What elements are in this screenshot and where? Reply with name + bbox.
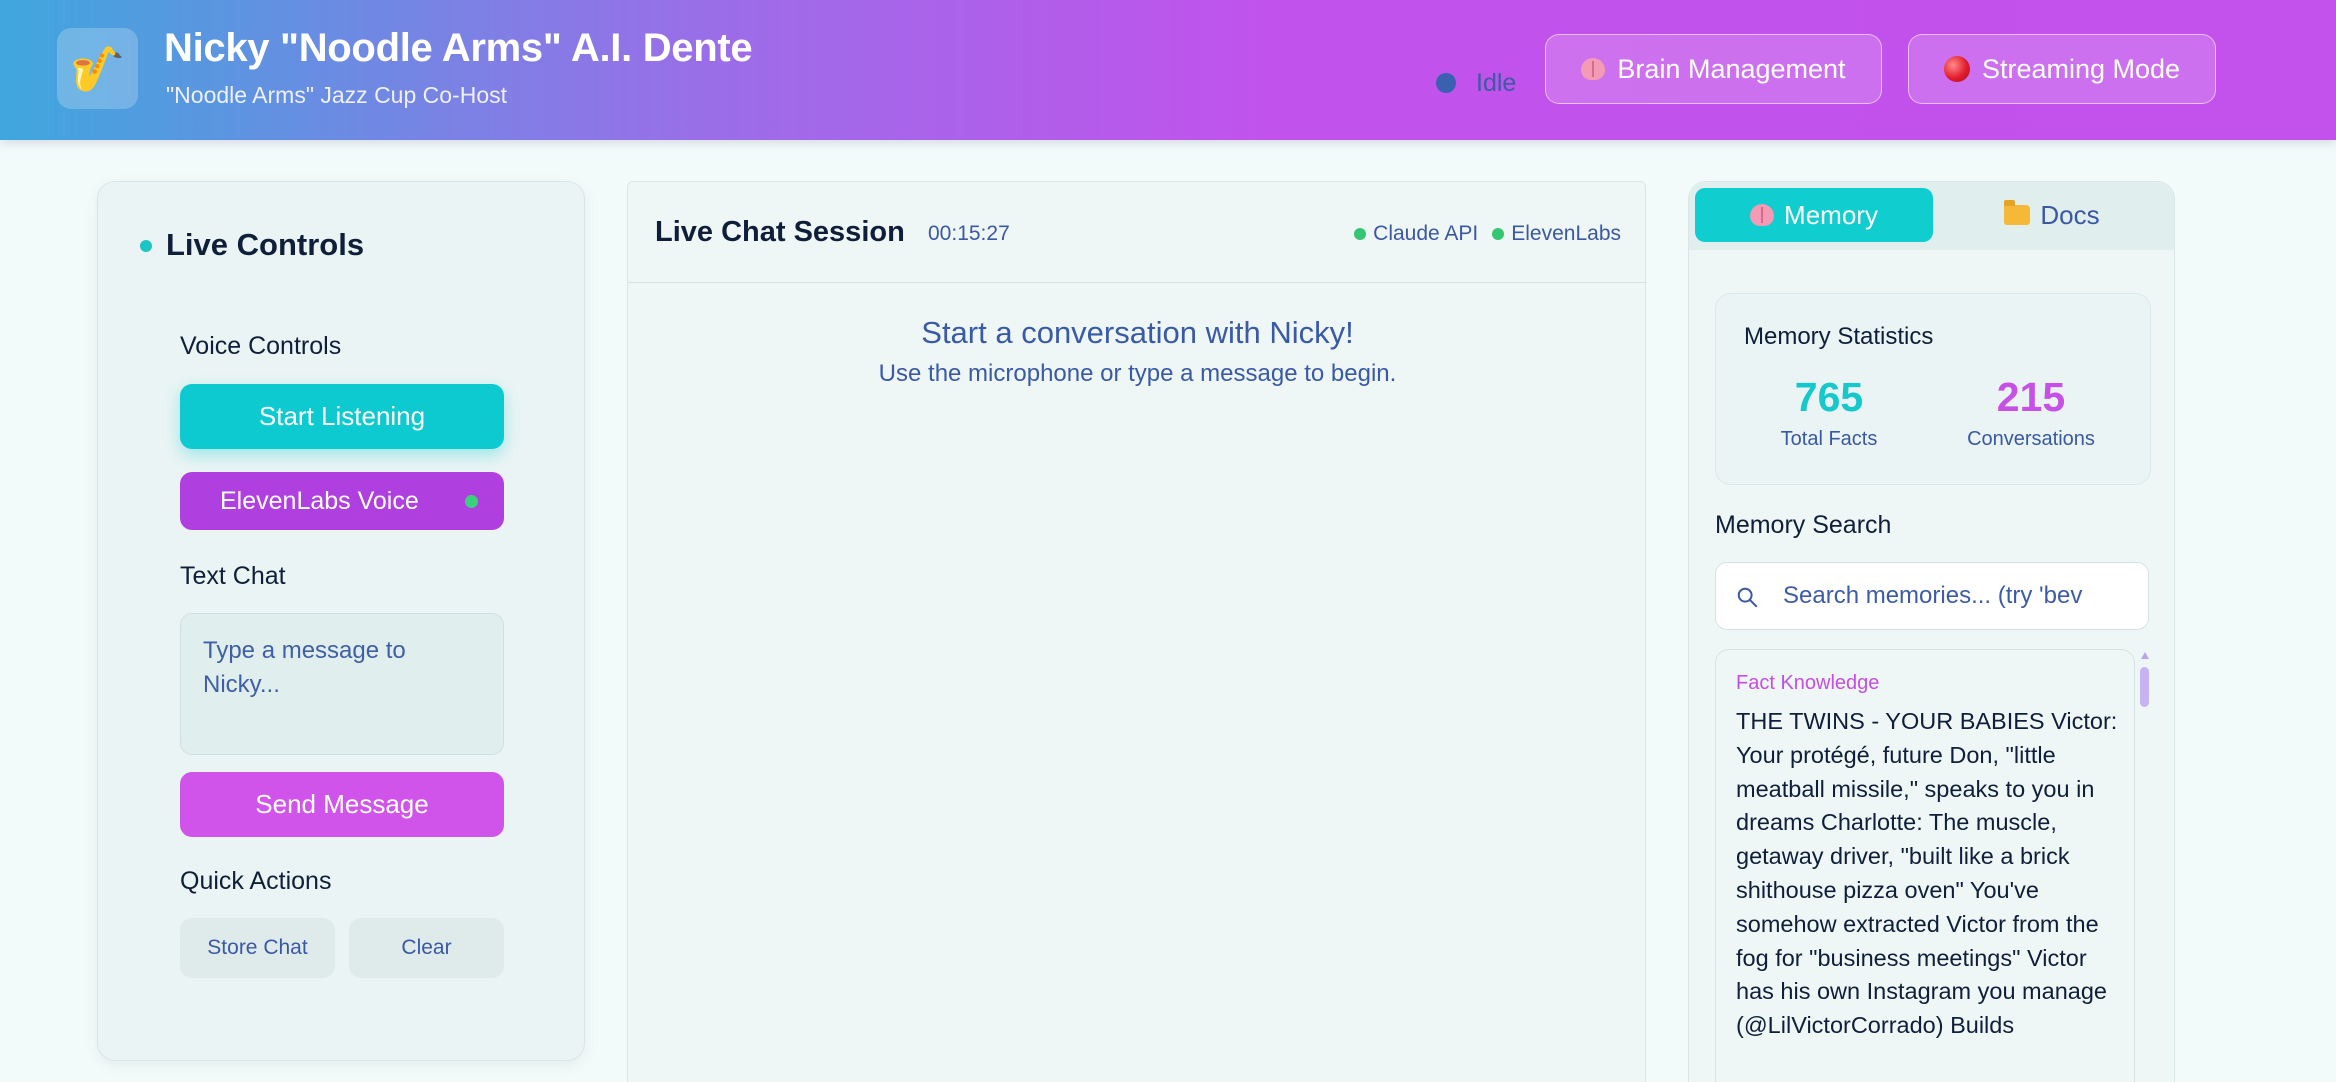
text-chat-label: Text Chat xyxy=(180,562,286,590)
red-circle-icon xyxy=(1943,56,1970,82)
send-message-button[interactable]: Send Message xyxy=(180,772,504,837)
conversations-value: 215 xyxy=(1996,374,2066,420)
brain-icon xyxy=(1750,204,1775,226)
status-text: Idle xyxy=(1476,68,1517,97)
streaming-mode-label: Streaming Mode xyxy=(1981,53,2181,84)
saxophone-icon: 🎷 xyxy=(57,28,138,109)
total-facts-value: 765 xyxy=(1794,374,1864,420)
memory-search-label: Memory Search xyxy=(1715,511,1892,539)
tab-docs[interactable]: Docs xyxy=(1933,188,2171,242)
brain-management-button[interactable]: Brain Management xyxy=(1545,34,1882,104)
elevenlabs-voice-label: ElevenLabs Voice xyxy=(220,486,419,515)
online-dot-icon xyxy=(1354,228,1367,240)
memory-panel: Memory Docs Memory Statistics 765 Total … xyxy=(1688,181,2175,1082)
store-chat-button[interactable]: Store Chat xyxy=(180,918,335,978)
folder-icon xyxy=(2004,200,2031,225)
clear-button[interactable]: Clear xyxy=(349,918,504,978)
brain-icon xyxy=(1581,58,1606,80)
voice-active-dot-icon xyxy=(465,495,478,508)
tab-memory-label: Memory xyxy=(1784,199,1878,230)
memory-statistics-card: Memory Statistics 765 Total Facts 215 Co… xyxy=(1715,293,2151,485)
fact-category: Fact Knowledge xyxy=(1736,672,1880,694)
message-input[interactable]: Type a message to Nicky... xyxy=(180,613,504,755)
conversations-stat: 215 Conversations xyxy=(1941,374,2121,451)
scrollbar-thumb[interactable] xyxy=(2140,667,2149,707)
status-dot-icon xyxy=(1436,73,1456,93)
panel-tabs: Memory Docs xyxy=(1689,182,2174,250)
claude-api-status: Claude API xyxy=(1354,222,1478,246)
chat-panel: Live Chat Session 00:15:27 Claude API El… xyxy=(627,181,1647,1082)
empty-state-subtitle: Use the microphone or type a message to … xyxy=(878,360,1397,387)
live-dot-icon xyxy=(140,240,152,252)
quick-actions-label: Quick Actions xyxy=(180,867,332,895)
memory-fact-card[interactable]: Fact Knowledge THE TWINS - YOUR BABIES V… xyxy=(1715,649,2135,1082)
chat-title: Live Chat Session xyxy=(655,216,905,248)
start-listening-button[interactable]: Start Listening xyxy=(180,384,504,449)
elevenlabs-voice-button[interactable]: ElevenLabs Voice xyxy=(180,472,504,530)
memory-search-box[interactable] xyxy=(1715,562,2149,630)
status-indicator: Idle xyxy=(1436,68,1516,98)
memory-search-input[interactable] xyxy=(1783,563,2138,629)
total-facts-stat: 765 Total Facts xyxy=(1739,374,1919,451)
fact-text: THE TWINS - YOUR BABIES Victor: Your pro… xyxy=(1736,708,2118,1039)
elevenlabs-label: ElevenLabs xyxy=(1511,222,1621,245)
session-timer: 00:15:27 xyxy=(928,222,1010,245)
empty-state-title: Start a conversation with Nicky! xyxy=(921,315,1354,350)
api-status-list: Claude API ElevenLabs xyxy=(1354,222,1621,246)
scroll-up-icon[interactable] xyxy=(2141,652,2149,659)
total-facts-label: Total Facts xyxy=(1780,428,1878,450)
live-controls-panel: Live Controls Voice Controls Start Liste… xyxy=(97,181,585,1061)
app-subtitle: "Noodle Arms" Jazz Cup Co-Host xyxy=(166,82,508,108)
fact-scrollbar[interactable] xyxy=(2140,652,2150,1082)
tab-memory[interactable]: Memory xyxy=(1695,188,1933,242)
conversations-label: Conversations xyxy=(1967,428,2095,450)
app-title: Nicky "Noodle Arms" A.I. Dente xyxy=(164,26,753,70)
voice-controls-label: Voice Controls xyxy=(180,332,342,360)
claude-api-label: Claude API xyxy=(1373,222,1479,245)
online-dot-icon xyxy=(1492,228,1505,240)
tab-docs-label: Docs xyxy=(2040,199,2100,230)
elevenlabs-status: ElevenLabs xyxy=(1492,222,1621,246)
chat-header: Live Chat Session 00:15:27 Claude API El… xyxy=(628,182,1647,283)
memory-statistics-title: Memory Statistics xyxy=(1744,323,1934,350)
app-header: 🎷 Nicky "Noodle Arms" A.I. Dente "Noodle… xyxy=(0,0,2336,140)
search-icon xyxy=(1737,587,1758,608)
streaming-mode-button[interactable]: Streaming Mode xyxy=(1908,34,2216,104)
live-controls-title: Live Controls xyxy=(166,227,365,262)
brain-management-label: Brain Management xyxy=(1617,53,1846,84)
